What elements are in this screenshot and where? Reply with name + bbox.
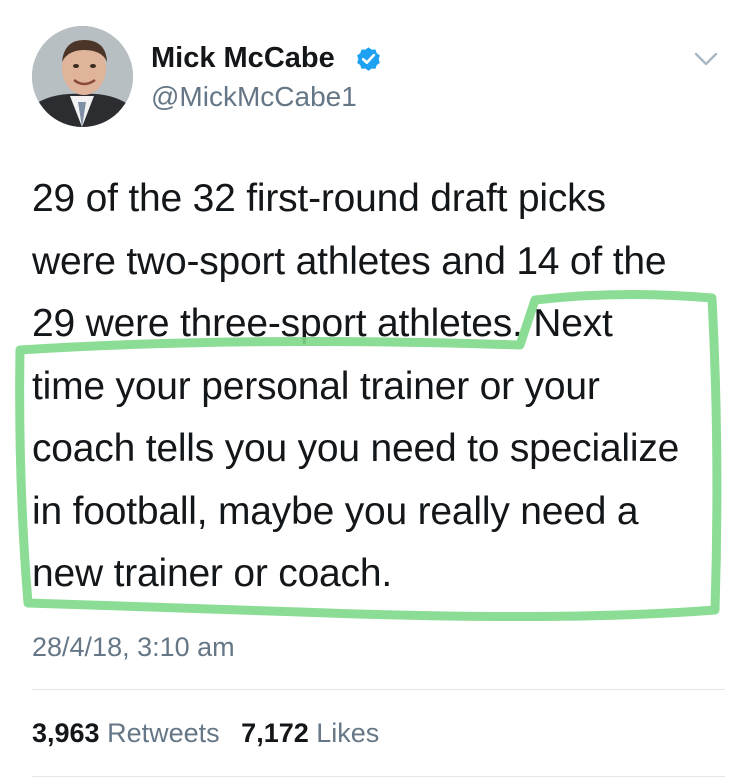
retweets-count: 3,963	[32, 718, 100, 748]
retweets-stat[interactable]: 3,963 Retweets	[32, 716, 220, 750]
likes-stat[interactable]: 7,172 Likes	[241, 716, 379, 750]
tweet-card: Mick McCabe @MickMcCabe1 29 of the 32 fi…	[0, 0, 750, 778]
tweet-text-line: in football, maybe you really need a	[32, 489, 639, 533]
likes-label: Likes	[316, 718, 380, 748]
tweet-text-line: 29 were three-sport athletes. Next	[32, 302, 613, 345]
tweet-stats: 3,963 Retweets 7,172 Likes	[32, 716, 393, 750]
tweet-text-line: 29 of the 32 first-round draft picks	[32, 177, 606, 220]
tweet-text: 29 of the 32 first-round draft picks wer…	[32, 168, 722, 606]
tweet-text-line: time your personal trainer or your	[32, 364, 600, 408]
display-name[interactable]: Mick McCabe	[151, 41, 335, 75]
user-handle[interactable]: @MickMcCabe1	[151, 80, 357, 114]
verified-badge-icon	[357, 47, 380, 71]
tweet-timestamp[interactable]: 28/4/18, 3:10 am	[32, 630, 235, 664]
likes-count: 7,172	[241, 718, 309, 748]
tweet-text-line: new trainer or coach.	[32, 552, 392, 595]
retweets-label: Retweets	[107, 718, 220, 748]
tweet-text-line: were two-sport athletes and 14 of the	[32, 239, 667, 283]
avatar[interactable]	[32, 26, 133, 127]
person-photo-avatar-icon	[32, 26, 133, 127]
chevron-down-icon[interactable]	[689, 42, 723, 76]
divider	[32, 776, 725, 777]
tweet-text-line: coach tells you you need to specialize	[32, 427, 680, 470]
divider	[32, 689, 725, 690]
